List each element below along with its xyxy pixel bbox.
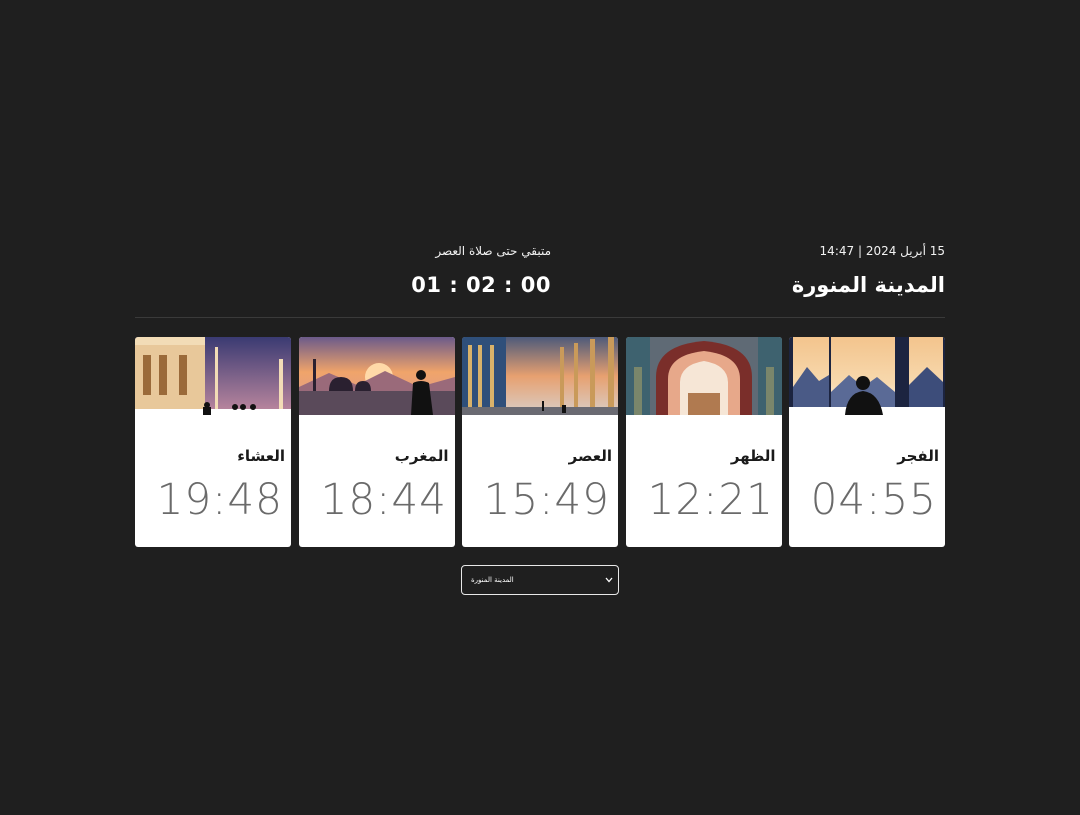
prayer-time: 19:48 xyxy=(156,475,283,525)
fajr-image xyxy=(789,337,945,415)
prayer-name: العشاء xyxy=(237,447,285,465)
asr-image xyxy=(462,337,618,415)
prayer-card-dhuhr: الظهر 12:21 xyxy=(625,337,782,547)
chevron-down-icon xyxy=(604,574,614,586)
city-title: المدينة المنورة xyxy=(791,273,945,297)
countdown-timer: 01 : 02 : 00 xyxy=(411,273,551,297)
prayer-time: 18:44 xyxy=(320,475,447,525)
prayer-times-panel: 15 أبريل 2024 | 14:47 المدينة المنورة مت… xyxy=(135,240,945,595)
prayer-cards: الفجر 04:55 الظهر 12:21 العصر 15:49 المغ… xyxy=(135,337,945,547)
prayer-card-isha: العشاء 19:48 xyxy=(135,337,291,547)
prayer-name: المغرب xyxy=(394,447,449,465)
city-select-value: المدينة المنورة xyxy=(471,576,514,584)
prayer-name: الفجر xyxy=(897,447,939,465)
prayer-time: 04:55 xyxy=(810,475,937,525)
header: 15 أبريل 2024 | 14:47 المدينة المنورة مت… xyxy=(135,240,945,318)
city-select[interactable]: المدينة المنورة xyxy=(461,565,619,595)
dhuhr-image xyxy=(625,337,782,415)
prayer-card-fajr: الفجر 04:55 xyxy=(789,337,945,547)
maghrib-image xyxy=(298,337,455,415)
prayer-time: 12:21 xyxy=(647,475,774,525)
isha-image xyxy=(135,337,291,415)
date-time-line: 15 أبريل 2024 | 14:47 xyxy=(819,244,945,258)
prayer-name: الظهر xyxy=(730,447,776,465)
prayer-card-asr: العصر 15:49 xyxy=(462,337,618,547)
prayer-card-maghrib: المغرب 18:44 xyxy=(298,337,455,547)
prayer-time: 15:49 xyxy=(483,475,610,525)
city-select-wrapper: المدينة المنورة xyxy=(461,565,619,595)
remaining-label: متبقي حتى صلاة العصر xyxy=(435,244,551,258)
prayer-name: العصر xyxy=(568,447,612,465)
